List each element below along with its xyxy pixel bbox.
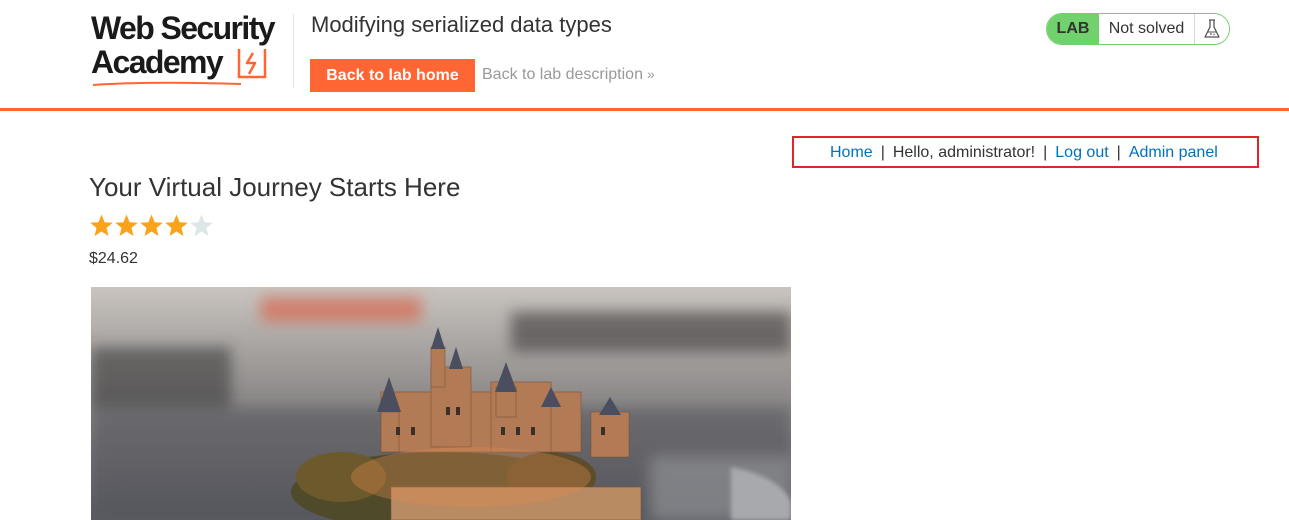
star-filled-icon — [115, 214, 138, 236]
back-to-lab-description-link[interactable]: Back to lab description» — [482, 66, 655, 84]
product-title: Your Virtual Journey Starts Here — [89, 172, 461, 202]
lab-badge: LAB — [1047, 14, 1099, 44]
product-rating-stars — [89, 213, 214, 239]
nav-greeting: Hello, administrator! — [892, 144, 1036, 161]
logo-text-line2: Academy — [91, 44, 224, 80]
logo-text-line1: Web Security — [91, 10, 276, 46]
back-to-lab-description-label: Back to lab description — [482, 66, 643, 83]
site-header: Web Security Academy Modifying serialize… — [0, 0, 1289, 112]
product-image — [91, 287, 791, 520]
star-filled-icon — [140, 214, 163, 236]
flask-icon — [1194, 14, 1229, 44]
header-divider — [293, 14, 294, 88]
logo-underline-swoosh — [92, 81, 242, 86]
nav-admin-panel-link[interactable]: Admin panel — [1129, 144, 1218, 161]
lab-status-widget: LAB Not solved — [1046, 13, 1230, 45]
star-filled-icon — [90, 214, 113, 236]
nav-logout-link[interactable]: Log out — [1055, 144, 1108, 161]
nav-separator: | — [1116, 144, 1121, 161]
product-price: $24.62 — [89, 250, 138, 267]
star-empty-icon — [190, 214, 213, 236]
nav-home-link[interactable]: Home — [830, 144, 873, 161]
account-nav: Home | Hello, administrator! | Log out | Admin… — [830, 144, 1218, 162]
header-orange-rule — [0, 108, 1289, 111]
lab-title: Modifying serialized data types — [311, 12, 612, 37]
star-filled-icon — [165, 214, 188, 236]
logo-lightning-icon — [237, 49, 267, 79]
lab-status-text: Not solved — [1099, 14, 1194, 44]
back-to-lab-home-button[interactable]: Back to lab home — [310, 59, 475, 92]
nav-separator: | — [880, 144, 885, 161]
nav-separator: | — [1043, 144, 1048, 161]
web-security-academy-logo[interactable]: Web Security Academy — [91, 10, 291, 90]
double-chevron-right-icon: » — [646, 66, 655, 82]
castle-on-phone-image — [91, 287, 791, 520]
